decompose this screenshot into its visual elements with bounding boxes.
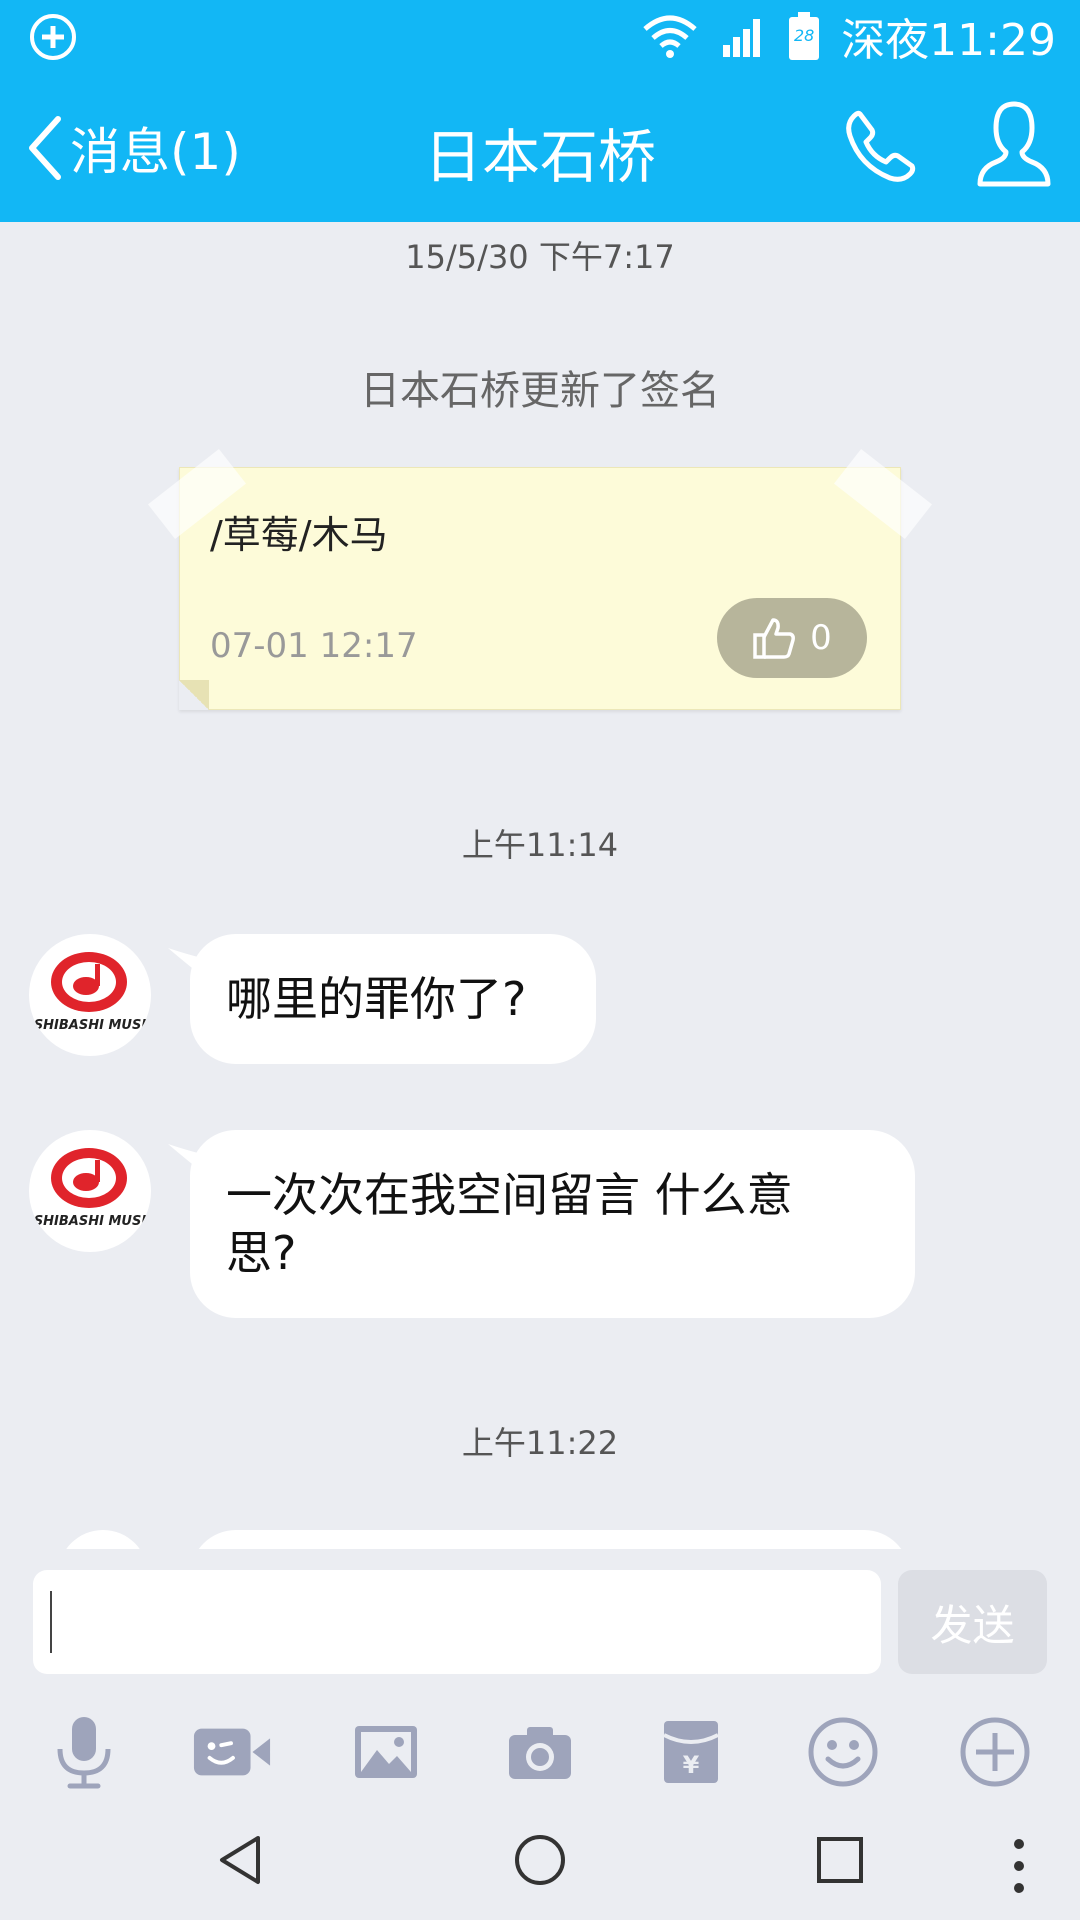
voice-button[interactable] (44, 1712, 124, 1792)
status-time: 深夜11:29 (841, 15, 1056, 66)
like-button[interactable]: 0 (717, 598, 867, 678)
message-bubble[interactable]: 一次次在我空间留言 什么意思? (168, 1130, 915, 1318)
emoji-icon (808, 1717, 878, 1787)
music-logo-icon: SHIBASHI MUSI (29, 1148, 151, 1229)
message-bubble[interactable]: 哪里的罪你了? (168, 934, 596, 1064)
avatar[interactable] (58, 1530, 148, 1549)
home-circle-icon[interactable] (510, 1830, 570, 1890)
music-logo-icon: SHIBASHI MUSI (29, 952, 151, 1033)
chat-title: 日本石桥 (423, 123, 656, 191)
more-button[interactable] (955, 1712, 1035, 1792)
like-count: 0 (810, 618, 832, 658)
red-packet-button[interactable]: ¥ (651, 1712, 731, 1792)
video-call-button[interactable] (192, 1712, 272, 1792)
back-triangle-icon[interactable] (210, 1830, 270, 1890)
toolbar: ¥ (0, 1700, 1080, 1800)
signature-text: /草莓/木马 (210, 513, 388, 557)
system-note: 日本石桥更新了签名 (360, 368, 720, 414)
avatar[interactable]: SHIBASHI MUSI (29, 934, 151, 1056)
status-bar: 28 深夜11:29 (0, 0, 1080, 72)
avatar[interactable]: SHIBASHI MUSI (29, 1130, 151, 1252)
message-text: 哪里的罪你了? (226, 972, 527, 1026)
message-list[interactable]: 15/5/30 下午7:17 日本石桥更新了签名 /草莓/木马 07-01 12… (0, 222, 1080, 1549)
red-packet-icon: ¥ (663, 1721, 719, 1783)
navigation-bar (0, 1800, 1080, 1920)
wifi-icon (643, 15, 697, 58)
thumbs-up-icon (753, 618, 796, 659)
bubble-tail (168, 948, 202, 976)
camera-button[interactable] (500, 1712, 580, 1792)
bubble-tail (168, 1144, 202, 1172)
tape-decoration (833, 448, 933, 540)
message-text: 一次次在我空间留言 什么意思? (226, 1168, 793, 1280)
svg-text:¥: ¥ (683, 1751, 700, 1779)
signature-date: 07-01 12:17 (210, 626, 418, 666)
add-circle-icon (30, 14, 76, 60)
timestamp: 上午11:14 (461, 826, 619, 864)
title-bar: 消息(1) 日本石桥 (0, 72, 1080, 222)
timestamp: 上午11:22 (461, 1424, 619, 1462)
video-call-icon (193, 1728, 271, 1776)
signal-icon (723, 19, 761, 57)
send-button[interactable]: 发送 (898, 1570, 1047, 1674)
message-input[interactable] (33, 1570, 881, 1674)
message-bubble[interactable] (190, 1530, 910, 1549)
signature-card[interactable]: /草莓/木马 07-01 12:17 0 (147, 448, 933, 710)
camera-icon (509, 1727, 571, 1779)
profile-icon[interactable] (976, 100, 1052, 190)
svg-text:SHIBASHI MUSI: SHIBASHI MUSI (34, 1018, 147, 1033)
phone-icon[interactable] (842, 108, 918, 184)
text-caret (50, 1591, 52, 1653)
battery-icon: 28 (789, 12, 820, 60)
menu-dots-icon[interactable] (1012, 1836, 1026, 1906)
svg-text:SHIBASHI MUSI: SHIBASHI MUSI (34, 1214, 147, 1229)
image-button[interactable] (346, 1712, 426, 1792)
battery-level: 28 (794, 26, 815, 45)
emoji-button[interactable] (803, 1712, 883, 1792)
timestamp: 15/5/30 下午7:17 (405, 238, 675, 276)
plus-icon (960, 1717, 1030, 1787)
microphone-icon (57, 1717, 111, 1789)
recents-square-icon[interactable] (810, 1830, 870, 1890)
input-bar: 发送 (0, 1549, 1080, 1689)
page-fold (179, 680, 209, 710)
image-icon (355, 1726, 417, 1778)
